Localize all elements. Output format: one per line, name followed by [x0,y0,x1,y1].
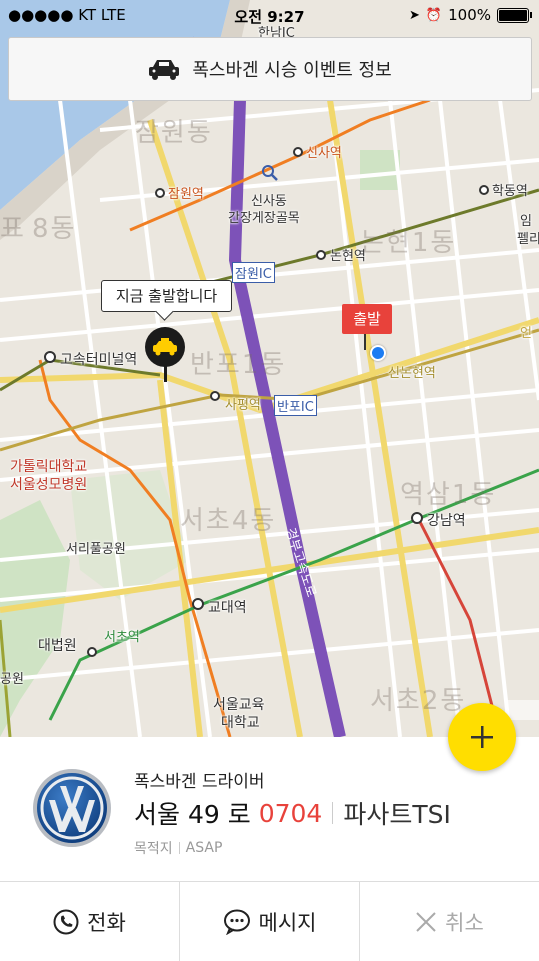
label-banpo-ic: 반포IC [274,395,317,416]
label-ganjang-alley: 간장게장골목 [228,211,300,226]
taxi-icon [153,338,177,356]
plate-number: 0704 [258,798,323,828]
destination-row: 목적지 ASAP [134,838,222,858]
label-sinnonhyeon-station: 신논현역 [388,366,436,381]
call-label: 전화 [87,910,126,935]
divider [332,802,334,824]
label-sapyeong-station: 사평역 [225,398,261,413]
label-eon-fragment: 언 [520,326,532,341]
event-banner-text: 폭스바겐 시승 이벤트 정보 [192,60,392,81]
label-pelle-fragment: 펠리 [517,232,539,247]
label-8dong-fragment: 8동 [32,214,77,244]
location-arrow-icon: ➤ [409,7,420,23]
departing-now-callout: 지금 출발합니다 [101,280,232,312]
add-button[interactable] [448,703,516,771]
label-jamwon-station: 잠원역 [168,187,204,202]
label-seoul-edu-univ-1: 서울교육 [213,697,265,713]
divider [178,842,180,854]
label-hakdong-station: 학동역 [492,184,528,199]
label-nonhyeon-1dong: 논현1동 [360,228,457,258]
plate-row: 서울 49 로 0704 파사트TSI [134,795,451,831]
plus-icon [471,726,493,748]
car-icon [149,60,180,80]
label-seocho-2dong: 서초2동 [370,686,467,716]
label-park-left: 공원 [0,672,24,687]
cancel-button[interactable]: 취소 [360,882,539,961]
search-poi-icon [262,165,278,181]
close-icon [416,911,436,932]
label-seorae-park: 서리풀공원 [66,542,126,557]
car-model: 파사트TSI [343,800,451,829]
alarm-clock-icon: ⏰ [425,7,443,23]
status-right: ➤ ⏰ 100% [409,6,532,24]
cancel-label: 취소 [445,910,484,935]
label-catholic-univ: 가톨릭대학교 [10,459,88,475]
label-pyo-fragment: 표 [0,214,26,244]
my-location-dot [370,345,386,361]
label-supreme-court: 대법원 [38,638,77,654]
status-bar: ●●●●● KT LTE 오전 9:27 ➤ ⏰ 100% [0,0,539,30]
call-button[interactable]: 전화 [0,882,180,961]
label-jamwon-dong: 잠원동 [135,118,213,148]
label-seoul-st-mary: 서울성모병원 [10,477,88,493]
event-banner[interactable]: 폭스바겐 시승 이벤트 정보 [8,37,532,101]
label-seoul-edu-univ-2: 대학교 [221,715,260,731]
label-im-fragment: 임 [520,214,532,229]
label-gyodae-station: 교대역 [208,600,247,616]
label-seocho-station: 서초역 [104,630,140,645]
action-bar: 전화 메시지 취소 [0,881,539,961]
label-yeoksam-1dong: 역삼1동 [400,480,497,510]
taxi-marker[interactable] [145,327,185,367]
map-view[interactable]: 한남IC 잠원동 신사역 학동역 임 펠리 잠원역 표 8동 신사동 간장게장골… [0,0,539,737]
start-flag-pole [364,334,366,350]
label-banpo-1dong: 반포1동 [190,350,287,380]
battery-percent: 100% [448,6,491,24]
message-button[interactable]: 메시지 [180,882,360,961]
label-jamwon-ic: 잠원IC [232,262,275,283]
label-express-bus-terminal: 고속터미널역 [60,352,138,368]
label-seocho-4dong: 서초4동 [180,506,277,536]
driver-title: 폭스바겐 드라이버 [134,772,265,792]
battery-icon [497,7,532,23]
destination-label: 목적지 [134,841,173,857]
volkswagen-logo [33,769,111,847]
message-label: 메시지 [258,910,317,935]
start-flag[interactable]: 출발 [342,304,392,334]
label-gangnam-station: 강남역 [427,513,466,529]
taxi-marker-stem [164,366,167,382]
chat-bubble-icon [223,909,250,935]
plate-prefix: 서울 49 로 [134,800,251,829]
phone-icon [53,909,79,934]
destination-value: ASAP [185,840,223,856]
label-sinsa-station: 신사역 [306,146,342,161]
